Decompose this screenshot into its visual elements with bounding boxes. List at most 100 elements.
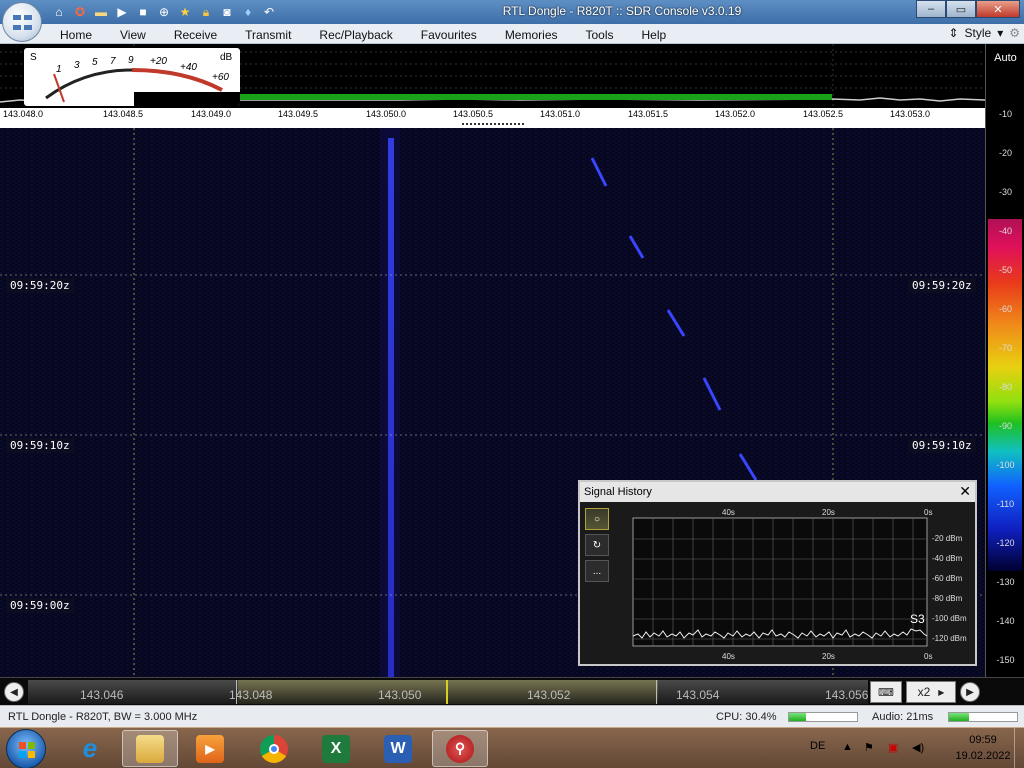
time-label-left: 09:59:00z (6, 598, 74, 613)
time-label-right: 09:59:10z (908, 438, 976, 453)
time-label-left: 09:59:10z (6, 438, 74, 453)
scroll-right-button[interactable]: ▶ (960, 682, 980, 702)
s-meter-tick-plus20: +20 (150, 56, 167, 67)
audio-label: Audio: 21ms (872, 711, 934, 723)
auto-scale-button[interactable]: Auto (986, 52, 1024, 64)
s-meter-tick-plus40: +40 (180, 62, 197, 73)
s-meter-tick-1: 1 (56, 64, 62, 75)
menu-receive[interactable]: Receive (160, 26, 231, 44)
s-meter-s-label: S (30, 52, 37, 63)
tuning-marker (446, 680, 448, 704)
close-icon[interactable]: ✕ (959, 483, 971, 500)
taskbar-excel[interactable]: X (308, 730, 364, 767)
menu-help[interactable]: Help (628, 26, 681, 44)
app-logo-icon (13, 15, 32, 30)
audio-meter (948, 712, 1018, 722)
chrome-icon-center (269, 743, 279, 754)
db-scale-panel: Auto -10 -20 -30 -40 -50 -60 -70 -80 -90… (985, 44, 1024, 677)
frequency-axis[interactable]: 143.048.0 143.048.5 143.049.0 143.049.5 … (0, 108, 985, 122)
keyboard-button[interactable]: ⌨ (870, 681, 902, 703)
time-label-right: 09:59:20z (908, 278, 976, 293)
more-options-button[interactable]: ... (585, 560, 609, 582)
s-reading-label: S3 (910, 612, 925, 626)
tuning-scale[interactable]: 143.046 143.048 143.050 143.052 143.054 … (28, 680, 868, 704)
taskbar-file-explorer[interactable] (122, 730, 178, 767)
splitter-grip (462, 123, 524, 125)
zoom-label: x2 (917, 685, 931, 699)
tune-label: 143.046 (80, 688, 124, 702)
s-meter-tick-3: 3 (74, 60, 80, 71)
flag-icon[interactable]: ⚑ (864, 741, 878, 755)
db-label: -110 (996, 499, 1015, 509)
menu-rec-playback[interactable]: Rec/Playback (305, 26, 406, 44)
menu-home[interactable]: Home (46, 26, 106, 44)
taskbar-media-player[interactable]: ▶ (182, 730, 238, 767)
spectrum-display[interactable]: S dB 1 3 5 7 9 +20 +40 +60 (0, 44, 985, 108)
sort-icon: ⇕ (948, 26, 959, 40)
zoom-button[interactable]: x2 ▶ (906, 681, 956, 703)
freq-label: 143.052.5 (803, 109, 844, 119)
clock-time[interactable]: 09:59 (948, 734, 1018, 746)
media-player-icon: ▶ (196, 734, 224, 763)
menu-favourites[interactable]: Favourites (407, 26, 491, 44)
freq-label: 143.050.0 (366, 109, 407, 119)
scroll-left-button[interactable]: ◀ (4, 682, 24, 702)
db-label: -30 (998, 187, 1012, 197)
signal-history-titlebar[interactable]: Signal History ✕ (580, 482, 975, 502)
record-toggle-button[interactable]: ○ (585, 508, 609, 530)
network-icon[interactable]: ▣ (888, 741, 902, 755)
freq-label: 143.049.0 (191, 109, 232, 119)
dbm-label: -100 dBm (932, 614, 967, 623)
gear-icon[interactable]: ⚙ (1009, 26, 1020, 40)
maximize-button[interactable]: ▭ (946, 0, 976, 18)
db-label: -20 (998, 148, 1012, 158)
signal-history-plot (632, 517, 928, 647)
volume-icon[interactable]: ◀) (912, 741, 926, 755)
minimize-button[interactable]: – (916, 0, 946, 18)
freq-label: 143.051.5 (628, 109, 669, 119)
style-menu[interactable]: ⇕ Style ▾ ⚙ (948, 26, 1020, 40)
taskbar-sdr-console[interactable]: ⚲ (432, 730, 488, 767)
start-button[interactable] (6, 729, 46, 768)
clock-date[interactable]: 19.02.2022 (948, 750, 1018, 762)
show-hidden-icons[interactable]: ▲ (842, 741, 856, 755)
close-button[interactable]: ✕ (976, 0, 1020, 18)
audio-meter-fill (949, 713, 970, 721)
menu-transmit[interactable]: Transmit (231, 26, 305, 44)
taskbar-word[interactable]: W (370, 730, 426, 767)
db-label: -40 (998, 226, 1012, 236)
s-meter-db-label: dB (220, 52, 233, 63)
sdr-console-icon: ⚲ (446, 734, 474, 763)
taskbar-chrome[interactable] (246, 730, 302, 767)
menu-view[interactable]: View (106, 26, 160, 44)
language-indicator[interactable]: DE (810, 740, 825, 752)
time-label-left: 09:59:20z (6, 278, 74, 293)
internet-explorer-icon: e (82, 733, 98, 763)
s-meter-tick-plus60: +60 (212, 72, 229, 83)
freq-label: 143.052.0 (715, 109, 756, 119)
tuning-bar: ◀ 143.046 143.048 143.050 143.052 143.05… (0, 677, 1024, 705)
show-desktop-button[interactable] (1014, 728, 1024, 768)
taskbar-internet-explorer[interactable]: e (62, 730, 118, 767)
db-label: -80 (998, 382, 1012, 392)
windows-taskbar: e ▶ X W ⚲ DE ▲ ⚑ ▣ ◀) 09:59 19.02.2022 (0, 727, 1024, 768)
signal-history-title: Signal History (584, 486, 652, 498)
time-label-bottom: 40s (722, 652, 735, 661)
dbm-label: -20 dBm (932, 534, 963, 543)
title-bar: ⌂ ✪ ▬ ▶ ■ ⊕ ★ 🔒︎ ◙ ♦ ↶ RTL Dongle - R820… (0, 0, 1024, 24)
tune-label: 143.054 (676, 688, 720, 702)
menu-tools[interactable]: Tools (572, 26, 628, 44)
window-title: RTL Dongle - R820T :: SDR Console v3.0.1… (502, 4, 742, 18)
freq-label: 143.048.0 (3, 109, 44, 119)
style-label: Style (964, 26, 992, 40)
db-label: -100 (996, 460, 1015, 470)
db-label: -60 (998, 304, 1012, 314)
db-label: -10 (998, 109, 1012, 119)
menu-tabs: Home View Receive Transmit Rec/Playback … (46, 26, 680, 44)
chrome-icon (260, 734, 288, 763)
s-meter: S dB 1 3 5 7 9 +20 +40 +60 (24, 48, 240, 106)
reset-button[interactable]: ↻ (585, 534, 609, 556)
app-menu-button[interactable] (2, 2, 42, 42)
menu-memories[interactable]: Memories (491, 26, 572, 44)
time-label-bottom: 20s (822, 652, 835, 661)
